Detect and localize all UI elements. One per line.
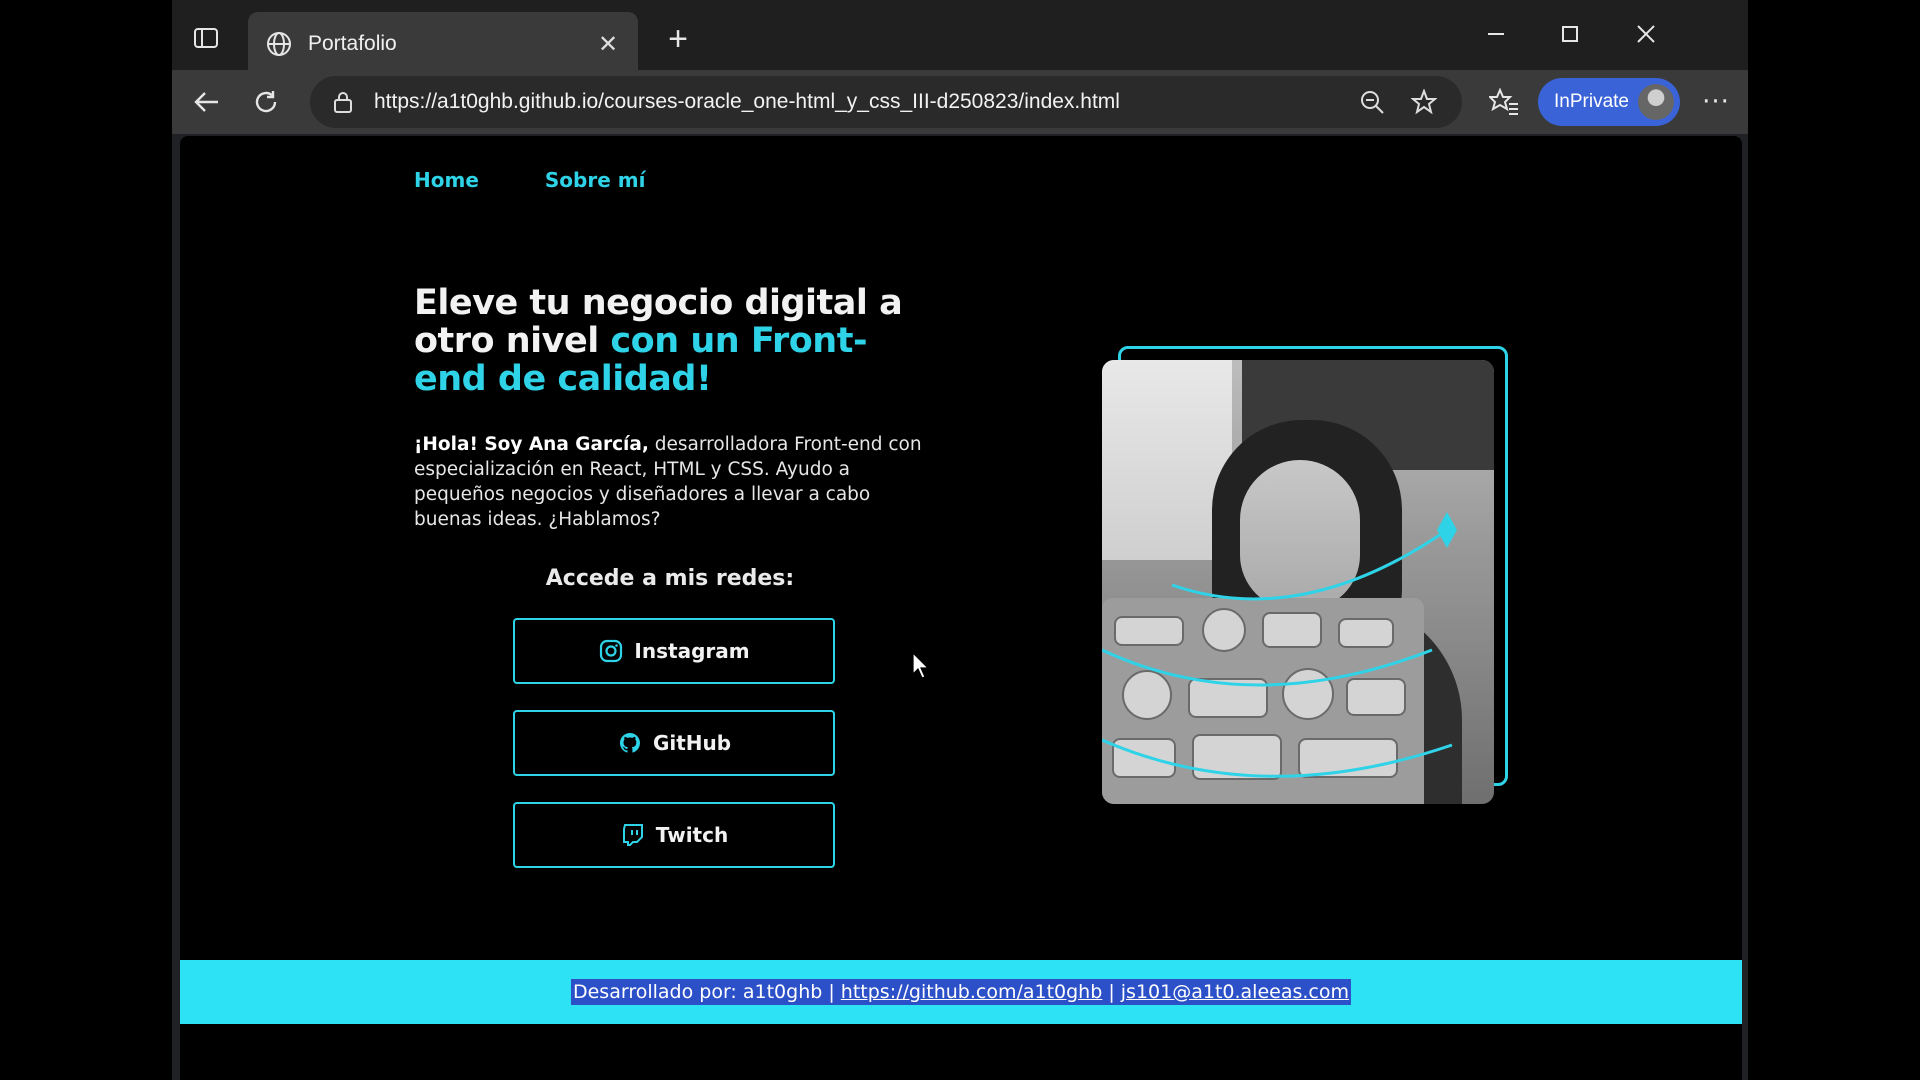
twitch-button[interactable]: Twitch: [513, 802, 835, 868]
close-tab-icon[interactable]: ✕: [594, 30, 622, 58]
maximize-icon[interactable]: [1542, 14, 1598, 54]
lock-icon[interactable]: [328, 87, 358, 117]
instagram-label: Instagram: [634, 639, 750, 663]
intro-paragraph: ¡Hola! Soy Ana García, desarrolladora Fr…: [414, 432, 934, 532]
site-footer: Desarrollado por: a1t0ghb | https://gith…: [180, 960, 1742, 1024]
hero-title: Eleve tu negocio digital a otro nivel co…: [414, 284, 934, 398]
github-icon: [617, 730, 643, 756]
mouse-cursor-icon: [912, 652, 930, 679]
back-icon[interactable]: [184, 82, 228, 122]
twitch-label: Twitch: [655, 823, 729, 847]
footer-separator: |: [1102, 981, 1121, 1003]
reload-icon[interactable]: [244, 82, 288, 122]
nav-home-link[interactable]: Home: [414, 168, 479, 192]
nav-about-link[interactable]: Sobre mí: [545, 168, 646, 192]
favorite-star-icon[interactable]: [1404, 82, 1444, 122]
github-label: GitHub: [652, 731, 732, 755]
new-tab-icon[interactable]: +: [658, 20, 698, 58]
inprivate-button[interactable]: InPrivate: [1538, 78, 1680, 126]
github-button[interactable]: GitHub: [513, 710, 835, 776]
instagram-button[interactable]: Instagram: [513, 618, 835, 684]
url-text[interactable]: https://a1t0ghb.github.io/courses-oracle…: [374, 90, 1340, 114]
more-options-icon[interactable]: ···: [1696, 82, 1736, 122]
favorites-icon[interactable]: [1482, 82, 1526, 122]
globe-icon: [264, 29, 294, 59]
tab-actions-icon[interactable]: [186, 20, 226, 56]
instagram-icon: [598, 638, 624, 664]
twitch-icon: [620, 822, 646, 848]
zoom-icon[interactable]: [1352, 82, 1392, 122]
site-nav: Home Sobre mí: [414, 168, 645, 192]
tab-title: Portafolio: [308, 32, 397, 55]
footer-github-link[interactable]: https://github.com/a1t0ghb: [841, 981, 1103, 1003]
intro-greeting: ¡Hola! Soy Ana García,: [414, 434, 649, 455]
minimize-icon[interactable]: [1468, 14, 1524, 54]
decorative-rings: [1102, 512, 1457, 778]
page-viewport: Home Sobre mí Eleve tu negocio digital a…: [180, 136, 1742, 1080]
footer-text: Desarrollado por: a1t0ghb | https://gith…: [570, 979, 1351, 1005]
social-heading: Accede a mis redes:: [545, 566, 795, 591]
address-bar[interactable]: https://a1t0ghb.github.io/courses-oracle…: [310, 76, 1462, 128]
close-window-icon[interactable]: [1618, 14, 1674, 54]
inprivate-label: InPrivate: [1554, 91, 1629, 112]
footer-prefix: Desarrollado por: a1t0ghb |: [572, 981, 841, 1003]
browser-tab[interactable]: Portafolio ✕: [248, 12, 638, 76]
title-bar: Portafolio ✕ +: [172, 0, 1748, 76]
footer-email-link[interactable]: js101@a1t0.aleeas.com: [1121, 981, 1349, 1003]
browser-window: Portafolio ✕ + https://a1t0ghb.github.io…: [172, 0, 1748, 1080]
browser-toolbar: https://a1t0ghb.github.io/courses-oracle…: [172, 70, 1748, 134]
profile-photo: [1102, 360, 1494, 804]
avatar: [1638, 84, 1674, 120]
